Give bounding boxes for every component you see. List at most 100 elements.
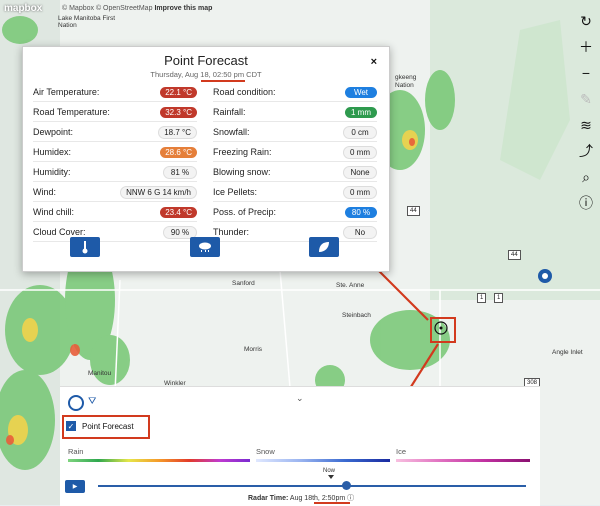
town-label: Sanford — [232, 280, 255, 287]
point-forecast-label: Point Forecast — [82, 421, 134, 431]
rain-scale-label: Rain — [68, 447, 84, 456]
now-marker-label: Now — [323, 468, 336, 474]
point-forecast-panel: Point Forecast Thursday, Aug 18, 02:50 p… — [22, 46, 390, 272]
point-forecast-toggle[interactable]: ✓ Point Forecast — [66, 417, 146, 435]
leaf-icon — [319, 242, 329, 252]
forecast-row-value: 32.3 °C — [160, 106, 197, 118]
forecast-row: Wind: NNW 6 G 14 km/h — [33, 183, 197, 202]
forecast-row: Air Temperature: 22.1 °C — [33, 83, 197, 102]
road-shield: 44 — [407, 206, 420, 216]
road-shield: 44 — [508, 250, 521, 260]
ice-scale-label: Ice — [396, 447, 407, 456]
forecast-row: Dewpoint: 18.7 °C — [33, 123, 197, 142]
forecast-row-label: Poss. of Precip: — [213, 207, 277, 217]
snow-scale-label: Snow — [256, 447, 275, 456]
forecast-row: Road condition: Wet — [213, 83, 377, 102]
precipitation-tab-button[interactable] — [190, 237, 220, 257]
road-shield: 1 — [477, 293, 487, 303]
forecast-row-label: Dewpoint: — [33, 127, 74, 137]
info-small-icon[interactable]: ⓘ — [347, 495, 354, 502]
now-marker-icon — [328, 475, 334, 479]
forecast-row-value: None — [343, 165, 377, 179]
radar-time-label: Radar Time: — [248, 495, 289, 502]
radar-icon[interactable] — [68, 395, 84, 411]
forecast-row: Cloud Cover: 90 % — [33, 223, 197, 242]
town-label: gkeeng — [395, 74, 417, 81]
checkbox-checked-icon[interactable]: ✓ — [66, 421, 76, 431]
radar-timeline-handle[interactable] — [342, 481, 352, 490]
forecast-row: Rainfall: 1 mm — [213, 103, 377, 122]
road-icon[interactable]: ⛛ — [88, 396, 96, 407]
layers-icon[interactable]: ≋ — [572, 112, 600, 138]
forecast-row-label: Freezing Rain: — [213, 147, 272, 157]
forecast-row-label: Road Temperature: — [33, 107, 110, 117]
forecast-row-value: 22.1 °C — [160, 86, 197, 98]
forecast-row: Blowing snow: None — [213, 163, 377, 182]
forecast-row: Thunder: No — [213, 223, 377, 242]
forecast-row-label: Air Temperature: — [33, 87, 100, 97]
environment-tab-button[interactable] — [309, 237, 339, 257]
forecast-row: Poss. of Precip: 80 % — [213, 203, 377, 222]
forecast-row-label: Blowing snow: — [213, 167, 271, 177]
radar-timeline-track[interactable] — [98, 485, 526, 487]
refresh-icon[interactable]: ↻ — [572, 8, 600, 34]
forecast-row-value: NNW 6 G 14 km/h — [120, 185, 197, 199]
temperature-tab-button[interactable] — [70, 237, 100, 257]
thermometer-icon — [82, 241, 88, 254]
rain-scale-bar — [68, 459, 250, 462]
radar-time-underline — [314, 502, 350, 504]
pencil-icon[interactable]: ✎ — [572, 86, 600, 112]
cloud-rain-icon — [199, 242, 211, 252]
radar-time-value: Aug 18th, 2:50pm — [289, 495, 346, 502]
mapbox-logo: mapbox — [4, 3, 43, 14]
panel-title: Point Forecast — [164, 53, 248, 68]
town-label: Manitou — [88, 370, 112, 377]
timestamp-underline — [201, 80, 245, 82]
forecast-row-label: Thunder: — [213, 227, 250, 237]
road-shield: 1 — [494, 293, 504, 303]
forecast-timestamp: Thursday, Aug 18, 02:50 pm CDT — [150, 70, 262, 79]
forecast-row-value: 1 mm — [345, 106, 377, 118]
forecast-row-value: No — [343, 225, 377, 239]
ice-scale-bar — [396, 459, 530, 462]
forecast-row-label: Humidity: — [33, 167, 71, 177]
forecast-row-value: 23.4 °C — [160, 206, 197, 218]
forecast-row-label: Wind: — [33, 187, 57, 197]
town-label: Nation — [395, 82, 414, 89]
forecast-row-value: 0 cm — [343, 125, 377, 139]
zoom-in-icon[interactable]: ＋ — [572, 34, 600, 60]
forecast-row-label: Wind chill: — [33, 207, 75, 217]
zoom-out-icon[interactable]: − — [572, 60, 600, 86]
town-label: Lake Manitoba First Nation — [58, 15, 116, 29]
play-button[interactable]: ▶ — [65, 480, 85, 493]
forecast-row-label: Snowfall: — [213, 127, 250, 137]
forecast-row-label: Humidex: — [33, 147, 72, 157]
forecast-row-label: Rainfall: — [213, 107, 246, 117]
forecast-row-label: Road condition: — [213, 87, 276, 97]
search-icon[interactable]: ⌕ — [572, 164, 600, 190]
forecast-row-label: Cloud Cover: — [33, 227, 86, 237]
forecast-row: Humidity: 81 % — [33, 163, 197, 182]
snow-scale-bar — [256, 459, 390, 462]
map-toolbar: ↻ ＋ − ✎ ≋ ⤴ ⌕ ⓘ — [572, 8, 600, 216]
collapse-chevron-icon[interactable]: ⌄ — [296, 393, 304, 404]
forecast-row: Snowfall: 0 cm — [213, 123, 377, 142]
town-label: Angle Inlet — [552, 349, 583, 356]
forecast-row-value: 80 % — [345, 206, 377, 218]
forecast-row: Freezing Rain: 0 mm — [213, 143, 377, 162]
forecast-row: Road Temperature: 32.3 °C — [33, 103, 197, 122]
forecast-row-value: 0 mm — [343, 145, 377, 159]
forecast-row-value: 81 % — [163, 165, 197, 179]
town-label: Ste. Anne — [336, 282, 365, 289]
forecast-row: Ice Pellets: 0 mm — [213, 183, 377, 202]
forecast-row-value: 18.7 °C — [158, 125, 197, 139]
forecast-row-value: Wet — [345, 86, 377, 98]
forecast-row-value: 0 mm — [343, 185, 377, 199]
info-icon[interactable]: ⓘ — [572, 190, 600, 216]
forecast-row-value: 28.6 °C — [160, 146, 197, 158]
attribution-text: © Mapbox © OpenStreetMap — [62, 5, 153, 12]
close-icon[interactable]: × — [371, 56, 377, 68]
town-label: Steinbach — [342, 312, 371, 319]
improve-map-link[interactable]: Improve this map — [154, 5, 212, 12]
route-icon[interactable]: ⤴ — [572, 138, 600, 164]
